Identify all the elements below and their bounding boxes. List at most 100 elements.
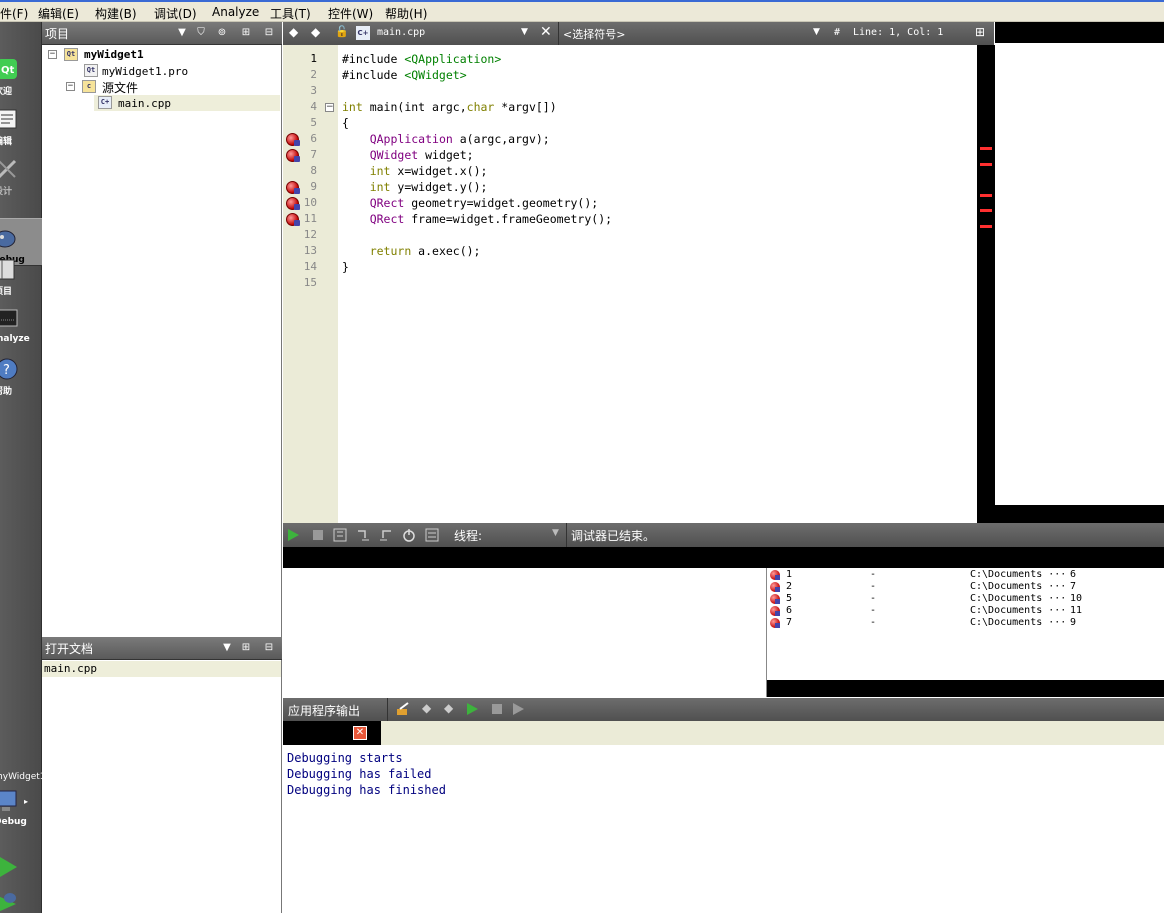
symbol-selector[interactable]: <选择符号> ▼ — [558, 22, 825, 45]
step-out-icon[interactable] — [379, 528, 393, 542]
step-over-icon[interactable] — [333, 528, 347, 542]
thread-selector[interactable]: ▼ — [498, 525, 564, 545]
split-icon[interactable]: ⊞ — [239, 26, 253, 40]
mode-help[interactable]: ? 帮助 — [0, 354, 42, 402]
code-line: int y=widget.y(); — [369, 180, 488, 194]
tree-item-sources[interactable]: − c 源文件 — [44, 79, 280, 95]
split-icon[interactable]: ⊞ — [239, 641, 253, 655]
mode-edit[interactable]: 编辑 — [0, 104, 42, 152]
mode-design[interactable]: 设计 — [0, 154, 42, 202]
breakpoint-row[interactable]: 7 - C:\Documents ··· 9 — [767, 617, 1164, 629]
menu-file[interactable]: 件(F) — [0, 5, 28, 22]
mode-projects[interactable]: 项目 — [0, 254, 42, 302]
breakpoint-num: 6 — [786, 605, 793, 616]
stop-icon[interactable] — [490, 702, 504, 716]
design-pen-icon — [0, 159, 17, 179]
breakpoints-view[interactable]: 1- C:\Documents ··· 6 2- C:\Documents ··· 7 5-… — [767, 568, 1164, 680]
debugger-locals-view[interactable] — [283, 568, 767, 697]
breakpoint-line: 7 — [1070, 581, 1077, 592]
output-line: Debugging has finished — [287, 783, 446, 797]
output-tab[interactable]: ✕ — [283, 721, 381, 745]
next-item-icon[interactable]: ◆ — [444, 701, 453, 715]
menu-build[interactable]: 构建(B) — [95, 5, 137, 22]
log-window-icon[interactable] — [425, 528, 439, 542]
menu-analyze[interactable]: Analyze — [212, 5, 259, 19]
menu-tools[interactable]: 工具(T) — [270, 5, 311, 22]
right-pane-content — [995, 43, 1164, 505]
open-doc-label: main.cpp — [44, 662, 97, 675]
stop-icon[interactable] — [311, 528, 325, 542]
breakpoint-row[interactable]: 6 - C:\Documents ··· 11 — [767, 605, 1164, 617]
line-number: 3 — [310, 84, 317, 97]
file-selector[interactable]: main.cpp ▼ — [373, 22, 533, 45]
output-line: Debugging starts — [287, 751, 403, 765]
run-icon[interactable] — [0, 856, 18, 878]
tree-item-pro-file[interactable]: Qt myWidget1.pro — [44, 63, 280, 79]
output-title: 应用程序输出 — [288, 704, 361, 718]
dropdown-arrow-icon[interactable]: ▼ — [220, 641, 234, 655]
debugger-toolbar: 线程: ▼ 调试器已结束。 — [283, 523, 1164, 547]
fold-icon[interactable]: − — [325, 103, 334, 112]
menu-debug[interactable]: 调试(D) — [154, 5, 197, 22]
nav-back-icon[interactable]: ◆ — [289, 25, 298, 39]
breakpoint-num: 1 — [786, 569, 793, 580]
close-panel-icon[interactable]: ⊟ — [262, 641, 276, 655]
line-number: 14 — [303, 260, 317, 273]
continue-icon[interactable] — [286, 528, 300, 542]
dropdown-arrow-icon: ▼ — [813, 27, 820, 37]
breakpoint-icon[interactable] — [286, 197, 300, 210]
breakpoint-func: - — [870, 581, 877, 592]
menu-help[interactable]: 帮助(H) — [385, 5, 427, 22]
power-icon[interactable] — [402, 528, 416, 542]
symbol-placeholder: <选择符号> — [563, 28, 626, 41]
breakpoint-icon[interactable] — [286, 149, 300, 162]
output-text[interactable]: Debugging starts Debugging has failed De… — [283, 745, 1164, 913]
menu-edit[interactable]: 编辑(E) — [38, 5, 79, 22]
close-panel-icon[interactable]: ⊟ — [262, 26, 276, 40]
breakpoint-num: 7 — [786, 617, 793, 628]
attach-icon[interactable] — [511, 702, 525, 716]
breakpoint-row[interactable]: 5 - C:\Documents ··· 10 — [767, 593, 1164, 605]
breakpoint-marker — [980, 224, 992, 228]
step-into-icon[interactable] — [356, 528, 370, 542]
close-document-icon[interactable]: ✕ — [540, 24, 552, 40]
target-selector[interactable]: ▸ Debug — [0, 787, 30, 831]
code-line: #include <QWidget> — [342, 68, 467, 82]
breakpoint-icon[interactable] — [286, 181, 300, 194]
filter-icon[interactable]: ⛉ — [194, 26, 208, 40]
code-line: return a.exec(); — [369, 244, 481, 258]
dropdown-arrow-icon[interactable]: ▼ — [175, 26, 189, 40]
editor-gutter[interactable]: 1 2 3 4 5 6 7 8 9 10 11 12 13 14 15− — [283, 45, 338, 523]
clear-output-icon[interactable] — [396, 702, 410, 716]
rerun-icon[interactable] — [465, 702, 479, 716]
project-panel-title: 项目 — [45, 27, 70, 41]
mode-analyze[interactable]: Analyze — [0, 304, 42, 352]
mode-welcome[interactable]: Qt 欢迎 — [0, 54, 42, 102]
breakpoint-icon[interactable] — [286, 133, 300, 146]
breakpoints-footer — [767, 680, 1164, 697]
triangle-right-icon: ▸ — [24, 797, 29, 806]
breakpoint-icon[interactable] — [286, 213, 300, 226]
prev-item-icon[interactable]: ◆ — [422, 701, 431, 715]
debug-run-icon[interactable] — [0, 890, 18, 912]
breakpoint-row[interactable]: 1 - C:\Documents ··· 6 — [767, 569, 1164, 581]
collapse-icon[interactable]: − — [48, 50, 57, 59]
close-tab-icon[interactable]: ✕ — [353, 726, 367, 740]
editor-scrollbar[interactable] — [977, 45, 995, 523]
open-docs-list: main.cpp — [42, 660, 282, 913]
menu-widgets[interactable]: 控件(W) — [328, 5, 373, 22]
mode-label: 项目 — [0, 287, 13, 297]
breakpoint-line: 6 — [1070, 569, 1077, 580]
code-line: int x=widget.x(); — [369, 164, 488, 178]
mode-label: 设计 — [0, 187, 13, 197]
tree-item-main-cpp[interactable]: C+ main.cpp — [94, 95, 280, 111]
nav-forward-icon[interactable]: ◆ — [311, 25, 320, 39]
split-icon[interactable]: ⊞ — [975, 25, 985, 39]
open-doc-item[interactable]: main.cpp — [42, 661, 281, 677]
breakpoint-icon — [770, 594, 780, 604]
collapse-icon[interactable]: − — [66, 82, 75, 91]
code-editor[interactable]: #include <QApplication> #include <QWidget… — [338, 45, 977, 523]
sync-link-icon[interactable]: ⊚ — [215, 26, 229, 40]
tree-item-project[interactable]: − Qt myWidget1 — [44, 47, 280, 63]
breakpoint-row[interactable]: 2 - C:\Documents ··· 7 — [767, 581, 1164, 593]
